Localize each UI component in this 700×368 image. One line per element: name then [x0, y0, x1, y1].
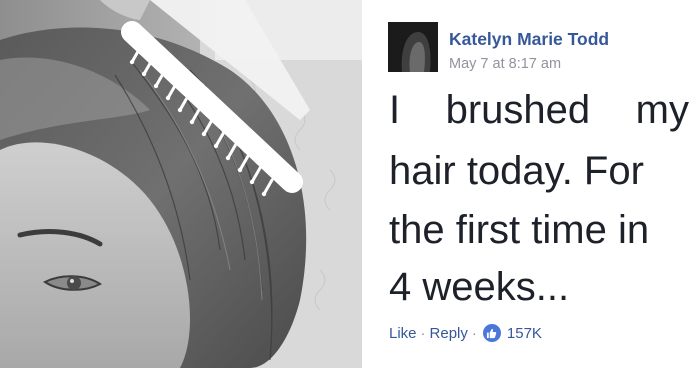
separator: ·	[471, 324, 477, 342]
comment-text-line-3: the first time in	[389, 208, 650, 252]
hair-photo	[0, 0, 362, 368]
comment-word: brushed	[445, 88, 591, 132]
avatar[interactable]	[388, 22, 438, 72]
reaction-count[interactable]: 157K	[507, 325, 542, 342]
comment-word: I	[389, 88, 401, 132]
comment-text-line-4: 4 weeks...	[389, 265, 570, 309]
comment-actions: Like · Reply · 157K	[389, 323, 542, 343]
post-image: Katelyn Marie Todd May 7 at 8:17 am I br…	[0, 0, 700, 368]
comment-text-line-1: I brushed my	[389, 88, 689, 132]
like-link[interactable]: Like	[389, 325, 417, 342]
reply-link[interactable]: Reply	[430, 325, 468, 342]
comment-timestamp[interactable]: May 7 at 8:17 am	[449, 56, 561, 72]
author-name[interactable]: Katelyn Marie Todd	[449, 29, 609, 50]
comment-word: my	[635, 88, 689, 132]
comment-text-line-2: hair today. For	[389, 149, 644, 193]
thumbs-up-icon[interactable]	[482, 324, 501, 342]
separator: ·	[420, 324, 426, 342]
